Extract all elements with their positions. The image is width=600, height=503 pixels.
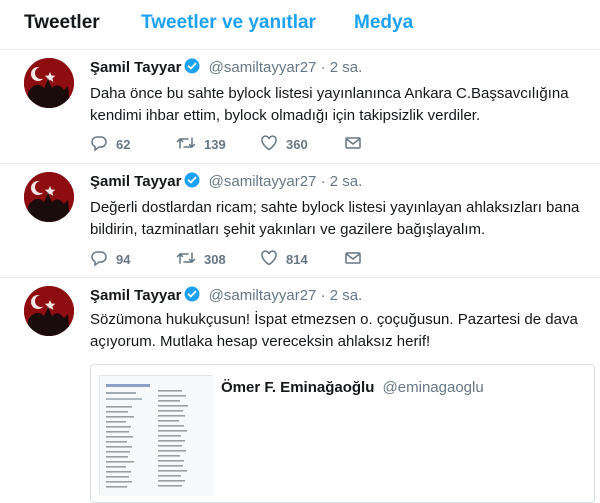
separator-dot: · [320,173,326,190]
verified-badge-icon [184,172,200,192]
retweet-icon [176,249,204,270]
like-count: 814 [286,252,308,267]
author-handle[interactable]: @samiltayyar27 [209,59,317,76]
verified-badge-icon [184,286,200,306]
reply-count: 94 [116,252,131,267]
reply-icon [90,134,116,155]
tab-media[interactable]: Medya [354,12,413,34]
separator-dot: · [320,287,326,304]
retweet-icon [176,134,204,155]
retweet-button[interactable]: 139 [176,134,226,155]
quoted-tweet-image[interactable] [99,375,213,496]
like-button[interactable]: 360 [260,134,308,155]
tweet-text: Değerli dostlardan ricam; sahte bylock l… [90,199,580,238]
quoted-author-name[interactable]: Ömer F. Eminağaoğlu [221,379,374,396]
reply-count: 62 [116,137,131,152]
tab-tweets[interactable]: Tweetler [24,12,100,34]
retweet-count: 308 [204,252,226,267]
tweet[interactable]: Şamil Tayyar @samiltayyar27 · 2 sa. Daha… [0,50,600,164]
separator-dot: · [320,59,326,76]
message-icon [344,249,370,270]
retweet-button[interactable]: 308 [176,249,226,270]
author-handle[interactable]: @samiltayyar27 [209,287,317,304]
like-button[interactable]: 814 [260,249,308,270]
retweet-count: 139 [204,137,226,152]
like-icon [260,249,286,270]
message-icon [344,134,370,155]
tweet-text: Sözümona hukukçusun! İspat etmezsen o. ç… [90,311,578,350]
tweet-time[interactable]: 2 sa. [330,59,363,76]
author-name[interactable]: Şamil Tayyar [90,287,181,304]
tweet-time[interactable]: 2 sa. [330,287,363,304]
profile-tabs: Tweetler Tweetler ve yanıtlar Medya [0,0,600,50]
author-handle[interactable]: @samiltayyar27 [209,173,317,190]
reply-button[interactable]: 62 [90,134,130,155]
verified-badge-icon [184,58,200,78]
avatar[interactable] [24,58,74,108]
tab-tweets-and-replies[interactable]: Tweetler ve yanıtlar [141,12,316,34]
direct-message-button[interactable] [344,134,370,155]
tweet-time[interactable]: 2 sa. [330,173,363,190]
author-name[interactable]: Şamil Tayyar [90,173,181,190]
tweet-header: Şamil Tayyar @samiltayyar27 · 2 sa. [90,172,362,192]
quoted-tweet-header: Ömer F. Eminağaoğlu @eminagaoglu [221,379,484,396]
tweet-header: Şamil Tayyar @samiltayyar27 · 2 sa. [90,286,362,306]
avatar[interactable] [24,286,74,336]
like-count: 360 [286,137,308,152]
quoted-tweet[interactable]: Ömer F. Eminağaoğlu @eminagaoglu [90,364,595,503]
avatar[interactable] [24,172,74,222]
like-icon [260,134,286,155]
quoted-author-handle[interactable]: @eminagaoglu [383,379,484,396]
tweet[interactable]: Şamil Tayyar @samiltayyar27 · 2 sa. Değe… [0,164,600,278]
reply-icon [90,249,116,270]
author-name[interactable]: Şamil Tayyar [90,59,181,76]
tweet-header: Şamil Tayyar @samiltayyar27 · 2 sa. [90,58,362,78]
direct-message-button[interactable] [344,249,370,270]
tweet-text: Daha önce bu sahte bylock listesi yayınl… [90,85,569,124]
reply-button[interactable]: 94 [90,249,130,270]
